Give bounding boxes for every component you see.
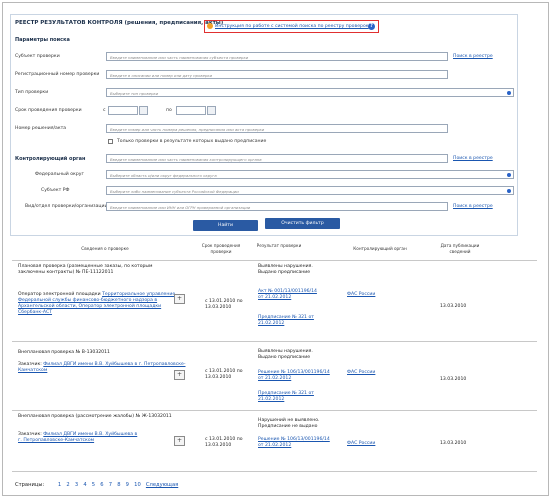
row-subject-link[interactable]: Филиал ДВГИ имени В.В. Хуйбышева в г. Пе… xyxy=(18,362,186,373)
expand-row-button[interactable]: + xyxy=(174,370,185,380)
row-date: 13.03.2010 xyxy=(440,441,467,446)
divider xyxy=(12,410,537,411)
row-subject: Оператор электронной площадки Территориа… xyxy=(18,292,183,316)
row-subject-prefix: Оператор электронной площадки xyxy=(18,292,101,297)
prescription-checkbox[interactable] xyxy=(108,139,113,144)
divider xyxy=(12,471,537,472)
question-icon[interactable]: ? xyxy=(368,22,375,30)
row-title: Внеплановая проверка (рассмотрение жалоб… xyxy=(18,414,172,419)
row-doc-link[interactable]: Акт № 001/13/001196/14 от 21.02.2012 xyxy=(258,289,323,301)
section-search-params: Параметры поиска xyxy=(15,37,70,43)
row-result: Выявлены нарушения. Выдано предписание xyxy=(258,349,313,361)
page-link[interactable]: 9 xyxy=(126,482,129,488)
row-doc-link[interactable]: Решение № 106/13/001196/14 от 21.02.2012 xyxy=(258,437,330,449)
row-result: Нарушений не выявлено. Предписание не вы… xyxy=(258,418,320,430)
page-link[interactable]: 7 xyxy=(109,482,112,488)
divider xyxy=(12,341,537,342)
row-period: с 13.01.2010 по 13.03.2010 xyxy=(205,437,243,449)
row-date: 13.03.2010 xyxy=(440,304,467,309)
period-from-label: с xyxy=(103,108,106,113)
row-authority[interactable]: ФАС России xyxy=(347,370,375,376)
calendar-icon[interactable] xyxy=(207,106,216,115)
reg-number-label: Регистрационный номер проверки xyxy=(15,72,100,77)
page-link[interactable]: 10 xyxy=(134,482,141,488)
row-period: с 13.01.2010 по 13.03.2010 xyxy=(205,369,243,381)
row-subject-prefix: Заказчик: xyxy=(18,362,42,367)
column-header-period: Срок проведения проверки xyxy=(201,243,241,254)
row-result: Выявлены нарушения. Выдано предписание xyxy=(258,264,313,276)
reset-filter-button[interactable]: Очистить фильтр xyxy=(265,218,340,229)
period-from-input[interactable] xyxy=(108,106,138,115)
type-label: Тип проверки xyxy=(15,90,49,95)
decision-input[interactable]: Введите номер или часть номера решения, … xyxy=(106,124,448,133)
org-label: Вид/отдел проверки/организации xyxy=(25,204,108,209)
authority-input[interactable]: Введите наименование или часть наименова… xyxy=(106,154,448,163)
row-subject-prefix: Заказчик: xyxy=(18,432,42,437)
authority-registry-link[interactable]: Поиск в реестре xyxy=(453,156,493,161)
region-label: Субъект РФ xyxy=(41,188,70,193)
column-header-info: Сведения о проверке xyxy=(81,246,129,251)
section-authority: Контролирующий орган xyxy=(15,156,86,162)
page-link[interactable]: 6 xyxy=(100,482,103,488)
row-subject: Заказчик: Филиал ДВГИ имени В.В. Хуйбыше… xyxy=(18,362,188,374)
row-doc-link[interactable]: Решение № 106/13/001196/14 от 21.02.2012 xyxy=(258,370,330,382)
reg-number-input[interactable]: Введите в описании или номер или дату пр… xyxy=(106,70,448,79)
decision-label: Номер решения/акта xyxy=(15,126,67,131)
prescription-checkbox-label: Только проверки в результате которых выд… xyxy=(117,139,267,144)
column-header-authority: Контролирующий орган xyxy=(353,246,407,251)
row-doc-link[interactable]: Предписание № 321 от 21.02.2012 xyxy=(258,315,323,327)
page-link[interactable]: 1 xyxy=(58,482,61,488)
row-doc-link[interactable]: Предписание № 321 от 21.02.2012 xyxy=(258,391,323,403)
page-link[interactable]: 8 xyxy=(117,482,120,488)
period-to-label: по xyxy=(166,108,172,113)
help-link-box: Инструкция по работе с системой поиска п… xyxy=(204,20,379,33)
divider xyxy=(12,260,537,261)
pagination-label: Страницы: xyxy=(15,482,45,488)
row-title: Плановая проверка (размещенные заказы, п… xyxy=(18,264,153,276)
row-date: 13.03.2010 xyxy=(440,377,467,382)
row-title: Внеплановая проверка № В-13032011 xyxy=(18,350,110,355)
org-input[interactable]: Введите наименование или ИНН или ОГРН пр… xyxy=(106,202,448,211)
expand-row-button[interactable]: + xyxy=(174,294,185,304)
row-period: с 13.01.2010 по 13.03.2010 xyxy=(205,299,243,311)
page-link[interactable]: 4 xyxy=(83,482,86,488)
pagination: Страницы: 1 2 3 4 5 6 7 8 9 10 Следующая xyxy=(15,482,182,488)
expand-row-button[interactable]: + xyxy=(174,436,185,446)
subject-label: Субъект проверки xyxy=(15,54,60,59)
org-registry-link[interactable]: Поиск в реестре xyxy=(453,204,493,209)
subject-registry-link[interactable]: Поиск в реестре xyxy=(453,54,493,59)
period-to-input[interactable] xyxy=(176,106,206,115)
type-select[interactable]: Выберите тип проверки xyxy=(106,88,514,97)
warning-icon xyxy=(207,23,213,29)
period-label: Срок проведения проверки xyxy=(15,108,82,113)
subject-input[interactable]: Введите наименование или часть наименова… xyxy=(106,52,448,61)
page-link[interactable]: 5 xyxy=(92,482,95,488)
calendar-icon[interactable] xyxy=(139,106,148,115)
row-subject: Заказчик: Филиал ДВГИ имени В.В. Хуйбыше… xyxy=(18,432,138,444)
district-label: Федеральный округ xyxy=(35,172,84,177)
row-authority[interactable]: ФАС России xyxy=(347,292,375,298)
row-authority[interactable]: ФАС России xyxy=(347,441,375,447)
next-page-link[interactable]: Следующая xyxy=(146,482,178,488)
search-panel: РЕЕСТР РЕЗУЛЬТАТОВ КОНТРОЛЯ (решения, пр… xyxy=(10,14,518,236)
region-select[interactable]: Выберите либо наименование субъекта Росс… xyxy=(106,186,514,195)
page-link[interactable]: 3 xyxy=(75,482,78,488)
help-link[interactable]: Инструкция по работе с системой поиска п… xyxy=(215,24,369,29)
district-select[interactable]: Выберите область и/или округ федеральног… xyxy=(106,170,514,179)
find-button[interactable]: Найти xyxy=(193,220,258,231)
page-title: РЕЕСТР РЕЗУЛЬТАТОВ КОНТРОЛЯ (решения, пр… xyxy=(15,20,224,26)
column-header-date: Дата публикации сведений xyxy=(440,243,480,254)
page-link[interactable]: 2 xyxy=(66,482,69,488)
column-header-result: Результат проверки xyxy=(256,243,302,248)
